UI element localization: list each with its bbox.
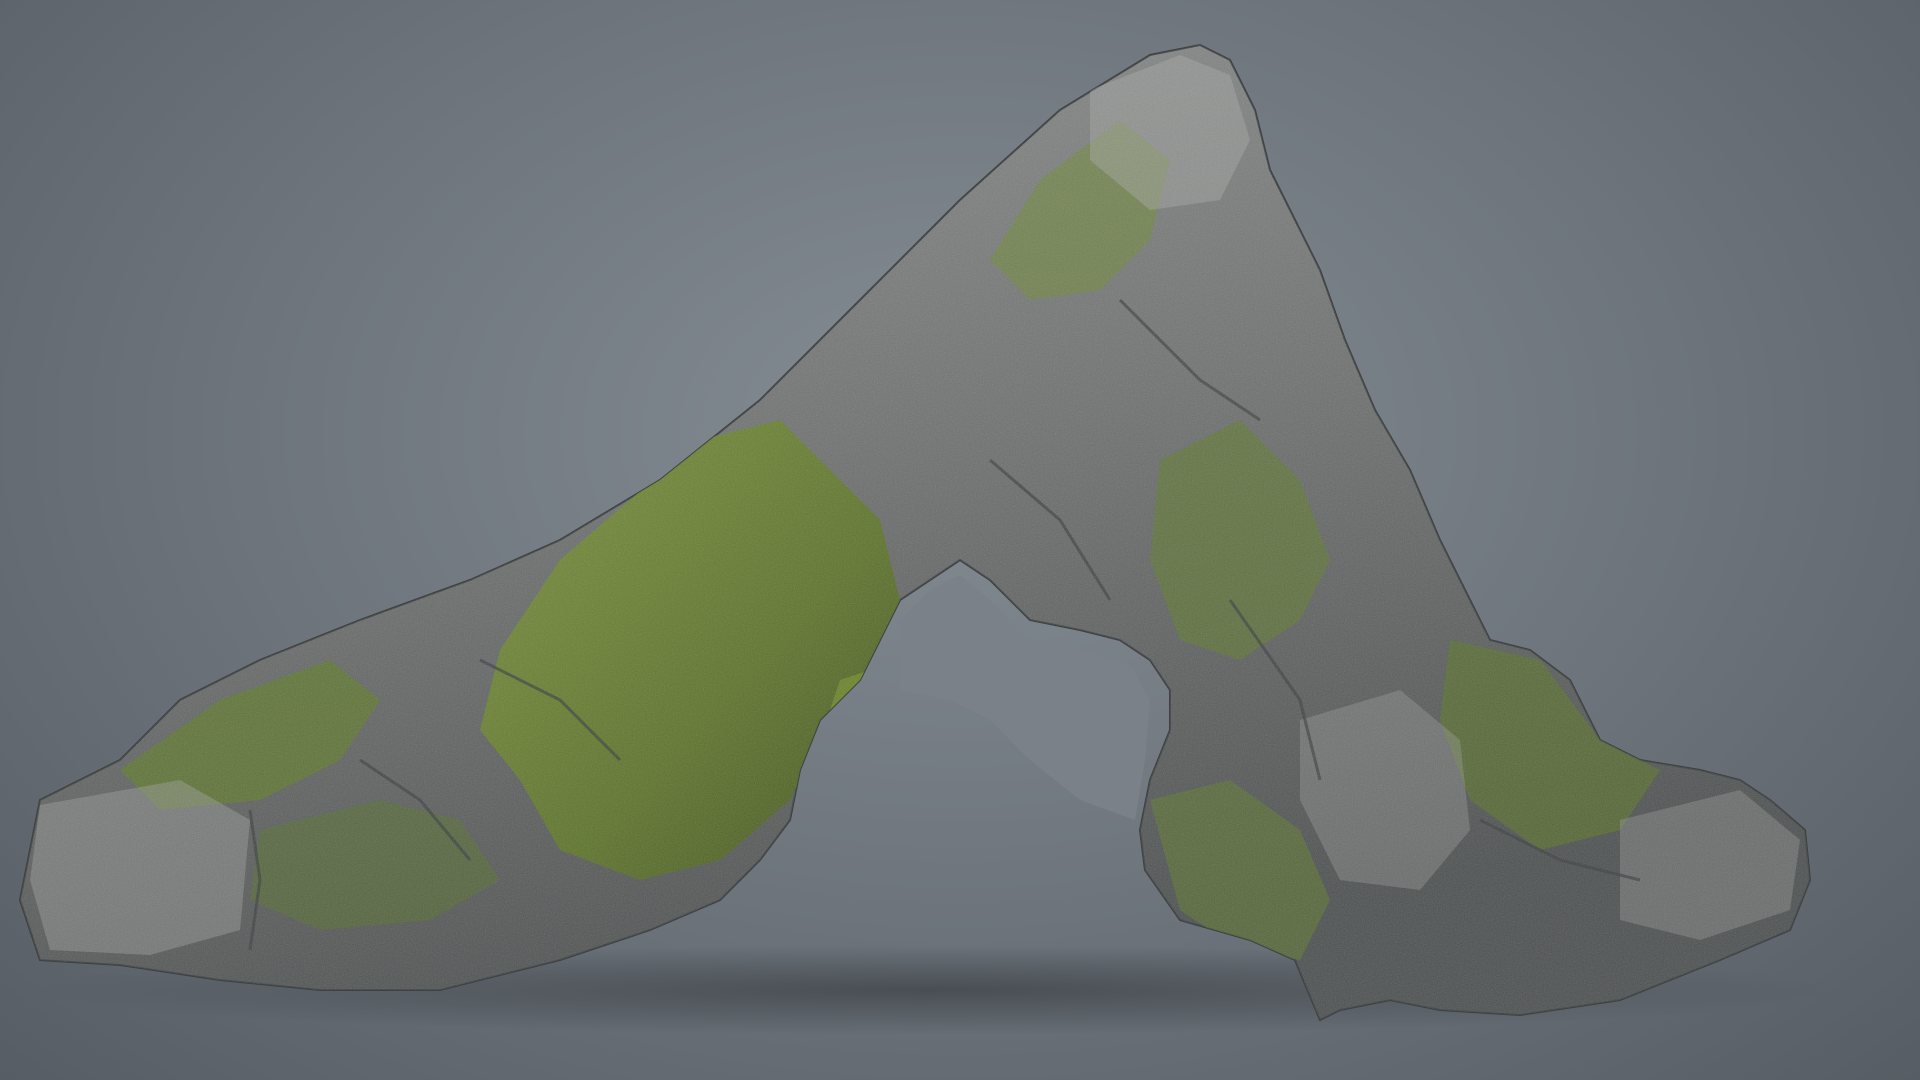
render-viewport [0,0,1920,1080]
rock-arch-render [18,43,1830,1035]
